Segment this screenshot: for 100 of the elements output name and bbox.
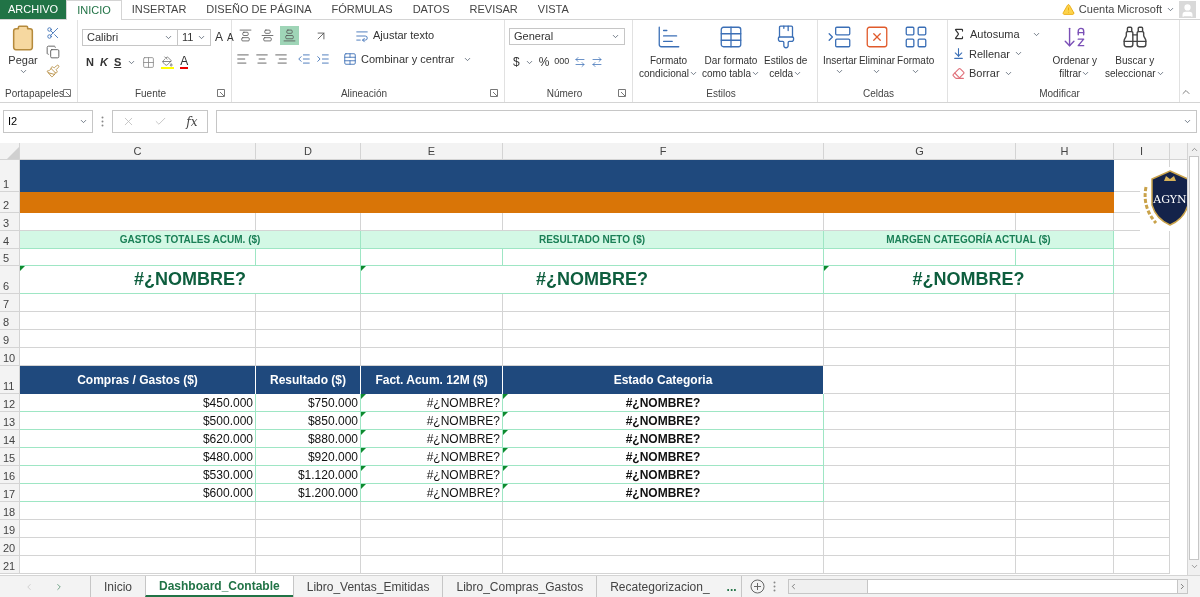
scroll-thumb[interactable]	[1189, 156, 1199, 560]
row-header[interactable]: 6	[0, 266, 20, 294]
italic-button[interactable]: K	[99, 54, 108, 71]
row-header[interactable]: 15	[0, 448, 20, 466]
decrease-indent-icon[interactable]	[297, 52, 311, 67]
find-select-button[interactable]: Buscar y seleccionar	[1105, 24, 1165, 85]
thousands-button[interactable]: 000	[554, 55, 570, 69]
paste-button[interactable]: Pegar	[4, 24, 42, 85]
autosum-button[interactable]: Autosuma	[952, 26, 1041, 43]
row-header[interactable]: 4	[0, 231, 20, 249]
align-bottom-button[interactable]	[280, 26, 299, 45]
row-header[interactable]: 9	[0, 330, 20, 348]
horizontal-scrollbar[interactable]	[787, 579, 1188, 594]
scroll-up-icon[interactable]	[1189, 145, 1199, 154]
sheet-tab[interactable]: Dashboard_Contable	[145, 576, 293, 597]
cells-button[interactable]: Eliminar	[857, 24, 897, 85]
sort-filter-button[interactable]: Ordenar y filtrar	[1052, 24, 1097, 85]
sheet-tab[interactable]: Recategorizacion_	[596, 576, 723, 597]
styles-button[interactable]: Formato condicional	[637, 24, 701, 85]
row-header[interactable]: 20	[0, 538, 20, 556]
row-header[interactable]: 11	[0, 366, 20, 394]
row-header[interactable]: 17	[0, 484, 20, 502]
copy-icon[interactable]	[46, 45, 60, 59]
account-button[interactable]: Cuenta Microsoft	[1078, 1, 1175, 18]
dialog-launcher-icon[interactable]	[63, 89, 71, 97]
column-header[interactable]: G	[824, 143, 1016, 159]
shrink-font-button[interactable]: A	[227, 29, 234, 45]
increase-indent-icon[interactable]	[316, 52, 330, 67]
enter-icon[interactable]	[154, 115, 168, 128]
bold-button[interactable]: N	[86, 54, 94, 71]
number-format-field[interactable]: General	[509, 28, 625, 45]
file-tab[interactable]: ARCHIVO	[0, 0, 67, 19]
row-header[interactable]: 19	[0, 520, 20, 538]
row-header[interactable]: 1	[0, 160, 20, 192]
row-header[interactable]: 10	[0, 348, 20, 366]
cells-button[interactable]: Formato	[896, 24, 936, 85]
align-left-icon[interactable]	[236, 52, 250, 67]
table-cell-text: $450.000	[202, 394, 253, 412]
formula-input[interactable]	[216, 110, 1197, 133]
insert-function-button[interactable]: fx	[186, 112, 198, 131]
column-header[interactable]: F	[503, 143, 824, 159]
dialog-launcher-icon[interactable]	[618, 89, 626, 97]
previous-sheet-icon[interactable]	[24, 581, 34, 592]
cut-icon[interactable]	[46, 26, 60, 40]
ribbon-tab[interactable]: FÓRMULAS	[321, 0, 403, 19]
row-header[interactable]: 13	[0, 412, 20, 430]
column-header[interactable]: D	[256, 143, 361, 159]
percent-button[interactable]: %	[538, 53, 550, 71]
ribbon-tab[interactable]: VISTA	[527, 0, 579, 19]
caret-icon	[835, 67, 845, 76]
align-right-icon[interactable]	[274, 52, 288, 67]
column-header[interactable]: C	[20, 143, 256, 159]
name-box[interactable]: I2	[3, 110, 93, 133]
styles-button[interactable]: Estilos de celda	[761, 24, 810, 85]
row-header[interactable]: 5	[0, 249, 20, 266]
row-header[interactable]: 16	[0, 466, 20, 484]
underline-button[interactable]: S	[113, 54, 122, 71]
caret-icon	[911, 67, 921, 76]
ribbon-tab[interactable]: DATOS	[402, 0, 460, 19]
column-header[interactable]: E	[361, 143, 503, 159]
grow-font-button[interactable]: A	[215, 28, 223, 46]
dialog-launcher-icon[interactable]	[490, 89, 498, 97]
row-header[interactable]: 8	[0, 312, 20, 330]
borders-icon[interactable]	[142, 55, 156, 69]
currency-button[interactable]: $	[513, 53, 520, 71]
row-header[interactable]: 3	[0, 213, 20, 231]
font-size-field[interactable]: 11	[178, 28, 211, 46]
fill-color-icon[interactable]	[161, 55, 175, 69]
row-header[interactable]: 2	[0, 192, 20, 213]
avatar[interactable]	[1179, 1, 1196, 18]
ribbon-tab[interactable]: INSERTAR	[121, 0, 197, 19]
format-painter-icon[interactable]	[46, 64, 60, 78]
ribbon-tab[interactable]: REVISAR	[459, 0, 528, 19]
row-header[interactable]: 7	[0, 294, 20, 312]
styles-button[interactable]: Dar formato como tabla	[700, 24, 762, 85]
merge-center-button[interactable]: Combinar y centrar	[343, 51, 472, 68]
more-sheets[interactable]: ...	[722, 576, 741, 597]
clear-button[interactable]: Borrar	[952, 65, 1041, 82]
row-header[interactable]: 18	[0, 502, 20, 520]
wrap-text-button[interactable]: Ajustar texto	[355, 27, 435, 44]
add-sheet-icon[interactable]	[749, 579, 765, 594]
sheet-tab[interactable]: Libro_Compras_Gastos	[442, 576, 597, 597]
fill-button[interactable]: Rellenar	[952, 45, 1041, 62]
font-color-button[interactable]: A	[180, 55, 189, 70]
row-header[interactable]: 12	[0, 394, 20, 412]
cells-button[interactable]: Insertar	[822, 24, 858, 85]
ribbon-tab[interactable]: DISEÑO DE PÁGINA	[196, 0, 322, 19]
next-sheet-icon[interactable]	[54, 581, 64, 592]
sheet-tab[interactable]: Libro_Ventas_Emitidas	[292, 576, 443, 597]
font-name-field[interactable]: Calibri	[82, 28, 178, 46]
align-center-icon[interactable]	[255, 52, 269, 67]
row-header[interactable]: 14	[0, 430, 20, 448]
column-header[interactable]: I	[1114, 143, 1170, 159]
ribbon-tab[interactable]: INICIO	[66, 0, 122, 20]
dialog-launcher-icon[interactable]	[217, 89, 225, 97]
scroll-down-icon[interactable]	[1189, 562, 1199, 571]
error-indicator-icon	[361, 484, 366, 489]
row-header[interactable]: 21	[0, 556, 20, 574]
column-header[interactable]: H	[1016, 143, 1114, 159]
align-middle-button[interactable]	[258, 26, 277, 45]
